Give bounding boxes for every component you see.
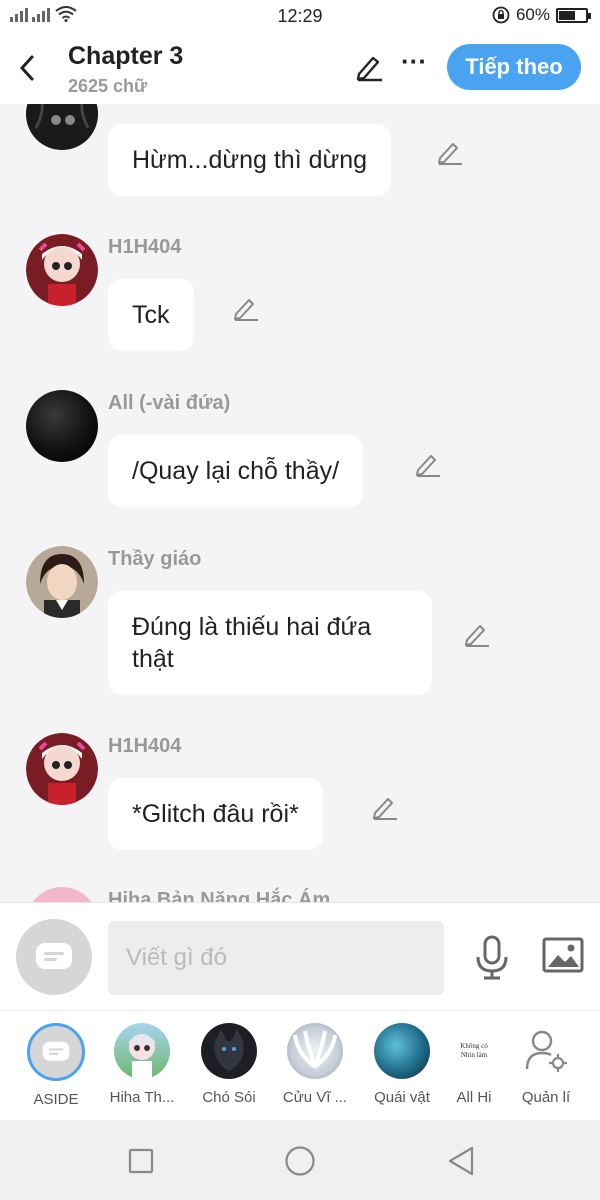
- avatar[interactable]: [26, 390, 98, 462]
- character-label: Quái vật: [374, 1089, 430, 1106]
- avatar[interactable]: [26, 733, 98, 805]
- character-hiha[interactable]: Hiha Th...: [103, 1023, 181, 1106]
- user-settings-icon: [525, 1030, 567, 1072]
- character-all-hi[interactable]: Không có Nhìn làm All Hi: [435, 1023, 513, 1106]
- character-label: ASIDE: [33, 1091, 79, 1108]
- edit-chapter-button[interactable]: [354, 52, 384, 82]
- avatar[interactable]: [26, 546, 98, 618]
- more-options-button[interactable]: ···: [400, 48, 428, 80]
- character-label: Quản lí: [521, 1089, 571, 1106]
- chat-bubble-icon: [42, 1041, 70, 1061]
- status-bar: 12:29 60%: [0, 0, 600, 32]
- message-input[interactable]: [108, 921, 444, 995]
- sender-name: Hiha Bản Năng Hắc Ám: [108, 889, 331, 902]
- back-nav-icon[interactable]: [444, 1144, 478, 1178]
- avatar: [374, 1023, 430, 1079]
- chat-bubble-icon: [36, 943, 72, 969]
- message-bubble[interactable]: Đúng là thiếu hai đứa thật: [108, 591, 432, 695]
- avatar: [287, 1023, 343, 1079]
- edit-message-icon[interactable]: [436, 138, 464, 166]
- back-button[interactable]: [14, 50, 40, 86]
- edit-message-icon[interactable]: [371, 793, 399, 821]
- edit-message-icon[interactable]: [414, 450, 442, 478]
- chapter-header: Chapter 3 2625 chữ ··· Tiếp theo: [0, 32, 600, 104]
- character-label: All Hi: [456, 1089, 492, 1106]
- battery-percent: 60%: [515, 5, 550, 24]
- avatar[interactable]: [26, 104, 98, 150]
- word-count: 2625 chữ: [68, 76, 148, 96]
- aside-toggle-button[interactable]: [16, 919, 92, 995]
- chevron-left-icon: [19, 55, 34, 81]
- sender-name: Thầy giáo: [108, 548, 202, 570]
- microphone-icon[interactable]: [474, 935, 510, 981]
- battery-icon: [556, 7, 591, 23]
- avatar: [201, 1023, 257, 1079]
- avatar[interactable]: [26, 887, 98, 902]
- pencil-icon: [356, 56, 382, 82]
- home-icon[interactable]: [283, 1144, 317, 1178]
- recent-apps-icon[interactable]: [124, 1144, 158, 1178]
- character-label: Cửu Vĩ ...: [282, 1089, 348, 1106]
- character-label: Hiha Th...: [109, 1089, 175, 1106]
- system-nav-bar: [0, 1120, 600, 1200]
- message-bubble[interactable]: Tck: [108, 279, 194, 351]
- character-selector: ASIDE Hiha Th... Chó Sói Cửu Vĩ ... Quái…: [0, 1010, 600, 1120]
- character-label: Chó Sói: [202, 1089, 256, 1106]
- message-bubble[interactable]: /Quay lại chỗ thầy/: [108, 435, 364, 507]
- avatar[interactable]: [26, 234, 98, 306]
- chat-area[interactable]: Hừm...dừng thì dừng H1H404 Tck All (-vài…: [0, 104, 600, 902]
- aside-avatar: [27, 1023, 85, 1081]
- page-title: Chapter 3: [68, 42, 184, 70]
- sender-name: All (-vài đứa): [108, 392, 231, 414]
- message-composer: [0, 902, 600, 1010]
- edit-message-icon[interactable]: [232, 294, 260, 322]
- next-chapter-button[interactable]: Tiếp theo: [447, 44, 581, 90]
- status-right: 60%: [492, 5, 591, 25]
- character-aside[interactable]: ASIDE: [17, 1023, 95, 1108]
- edit-message-icon[interactable]: [463, 620, 491, 648]
- avatar: [518, 1023, 574, 1079]
- avatar-caption: Không có Nhìn làm: [460, 1042, 488, 1059]
- character-quai-vat[interactable]: Quái vật: [363, 1023, 441, 1106]
- message-bubble[interactable]: Hừm...dừng thì dừng: [108, 124, 392, 196]
- sender-name: H1H404: [108, 236, 182, 258]
- message-bubble[interactable]: *Glitch đâu rồi*: [108, 778, 323, 850]
- character-cho-soi[interactable]: Chó Sói: [190, 1023, 268, 1106]
- avatar: [114, 1023, 170, 1079]
- sender-name: H1H404: [108, 735, 182, 757]
- character-cuu-vi[interactable]: Cửu Vĩ ...: [276, 1023, 354, 1106]
- image-icon[interactable]: [542, 937, 584, 975]
- manage-characters-button[interactable]: Quản lí: [507, 1023, 585, 1106]
- avatar: Không có Nhìn làm: [446, 1023, 502, 1079]
- rotation-lock-icon: [492, 6, 510, 24]
